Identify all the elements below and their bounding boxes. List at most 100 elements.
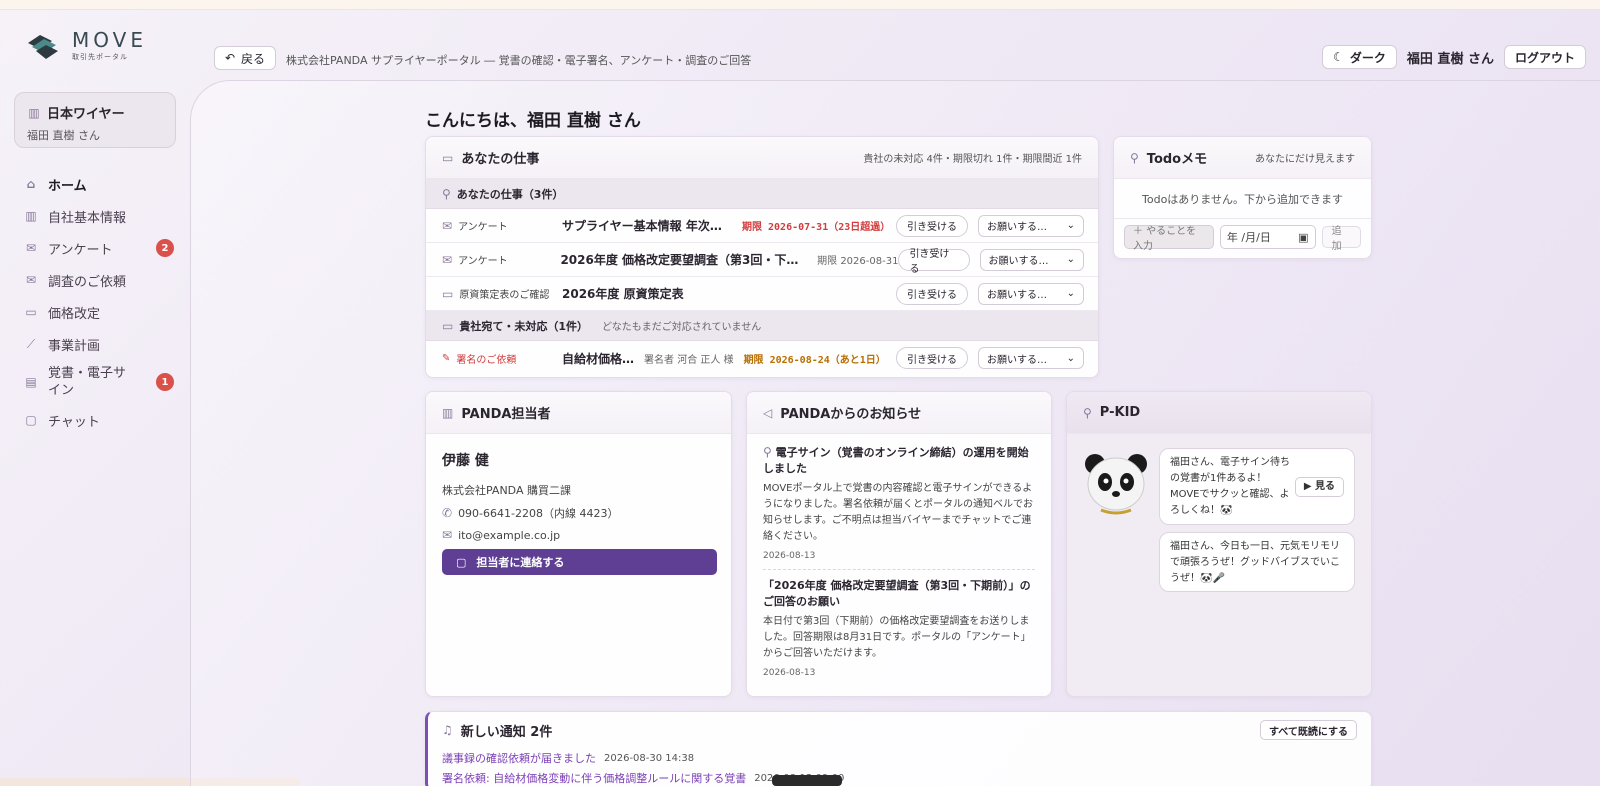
assign-select[interactable]: お願いする… ⌄ bbox=[978, 214, 1084, 237]
dark-mode-label: ダーク bbox=[1349, 50, 1386, 65]
folder-icon: ▭ bbox=[442, 318, 454, 333]
home-icon: ⌂ bbox=[26, 177, 36, 191]
sidebar-item-research-request[interactable]: ✉ 調査のご依頼 bbox=[24, 264, 174, 296]
overlay-chip bbox=[772, 775, 842, 786]
table-row[interactable]: ✎ 署名のご依頼 自給材価格… 署名者 河合 正人 様 期限 2026-08-24… bbox=[426, 341, 1098, 375]
breadcrumb: 株式会社PANDA サプライヤーポータル ― 覚書の確認・電子署名、アンケート・… bbox=[286, 54, 752, 67]
sidebar-item-label: 自社基本情報 bbox=[48, 210, 127, 226]
company-card[interactable]: ▥ 日本ワイヤー 福田 直樹 さん bbox=[14, 92, 176, 148]
see-button[interactable]: ▶ 見る bbox=[1294, 477, 1344, 497]
sidebar-item-price-revision[interactable]: ▭ 価格改定 bbox=[24, 296, 174, 328]
row-title[interactable]: 2026年度 原資策定表 bbox=[562, 285, 684, 302]
row-deadline: 期限 2026-08-24（あと1日） bbox=[743, 354, 886, 366]
contact-dept: 株式会社PANDA 購買二課 bbox=[442, 484, 571, 497]
chart-icon: ⟋ bbox=[26, 336, 36, 351]
pin-icon: ⚲ bbox=[1130, 150, 1139, 165]
take-button[interactable]: 引き受ける bbox=[896, 214, 968, 237]
sidebar-item-label: ホーム bbox=[48, 178, 87, 194]
group-label: あなたの仕事（3件） bbox=[456, 187, 564, 201]
sidebar-item-label: チャット bbox=[48, 414, 100, 430]
memorandum-count-badge: 1 bbox=[156, 373, 174, 391]
take-button[interactable]: 引き受ける bbox=[898, 248, 970, 275]
table-row[interactable]: ▭ 原資策定表のご確認 2026年度 原資策定表 引き受ける お願いする… ⌄ bbox=[426, 277, 1098, 311]
news-date: 2026-08-13 bbox=[763, 668, 816, 678]
building-icon: ▥ bbox=[442, 405, 454, 420]
table-row[interactable]: ✉ アンケート 2026年度 価格改定要望調査（第3回・下期… 期限 2026-0… bbox=[426, 243, 1098, 277]
logout-button[interactable]: ログアウト bbox=[1503, 45, 1586, 69]
todo-form: ＋ やることを入力 年 /月/日 ▣ 追加 bbox=[1114, 219, 1371, 255]
news-date: 2026-08-13 bbox=[763, 551, 816, 561]
row-signer: 署名者 河合 正人 様 bbox=[644, 354, 734, 366]
todo-input[interactable]: ＋ やることを入力 bbox=[1124, 225, 1214, 252]
todo-add-button[interactable]: 追加 bbox=[1321, 226, 1361, 252]
building-icon: ▥ bbox=[28, 105, 40, 120]
contact-card: ▥ PANDA担当者 伊藤 健 株式会社PANDA 購買二課 ✆ 090-6641… bbox=[425, 391, 732, 697]
notification-link[interactable]: 署名依頼: 自給材価格変動に伴う価格調整ルールに関する覚書 bbox=[442, 770, 746, 786]
pkid-message: 福田さん、今日も一日、元気モリモリで頑張ろうぜ！グッドバイブスでいこうぜ！🐼🎤 bbox=[1159, 532, 1355, 592]
row-type: アンケート bbox=[458, 222, 508, 233]
notification-item[interactable]: 議事録の確認依頼が届きました 2026-08-30 14:38 bbox=[428, 748, 1371, 768]
mark-all-read-button[interactable]: すべて既読にする bbox=[1260, 720, 1357, 740]
pin-icon: ⚲ bbox=[1083, 405, 1092, 420]
mail-icon: ✉ bbox=[442, 528, 453, 542]
news-item[interactable]: ⚲ 電子サイン（覚書のオンライン締結）の運用を開始しました MOVEポータル上で… bbox=[763, 444, 1035, 570]
chat-icon: ▢ bbox=[456, 555, 467, 569]
assign-select[interactable]: お願いする… ⌄ bbox=[979, 248, 1084, 271]
chevron-down-icon: ⌄ bbox=[1066, 288, 1075, 299]
sidebar-item-company-info[interactable]: ▥ 自社基本情報 bbox=[24, 200, 174, 232]
card-title: PANDAからのお知らせ bbox=[780, 407, 922, 422]
panda-mascot-image bbox=[1081, 448, 1151, 518]
back-button[interactable]: ↶ 戻る bbox=[214, 46, 276, 70]
table-row[interactable]: ✉ アンケート サプライヤー基本情報 年次更新… 期限 2026-07-31（23… bbox=[426, 209, 1098, 243]
take-button[interactable]: 引き受ける bbox=[896, 347, 968, 369]
news-title: 「2026年度 価格改定要望調査（第3回・下期前）」のご回答のお願い bbox=[763, 579, 1031, 608]
news-text: MOVEポータル上で覚書の内容確認と電子サインができるようになりました。署名依頼… bbox=[763, 483, 1033, 542]
news-item[interactable]: 「2026年度 価格改定要望調査（第3回・下期前）」のご回答のお願い 本日付で第… bbox=[763, 578, 1035, 686]
row-title[interactable]: サプライヤー基本情報 年次更新… bbox=[562, 217, 732, 234]
chevron-down-icon: ⌄ bbox=[1066, 254, 1075, 265]
sidebar-item-label: 調査のご依頼 bbox=[48, 274, 127, 290]
contact-staff-button[interactable]: ▢ 担当者に連絡する bbox=[442, 549, 717, 575]
card-title: Todoメモ bbox=[1146, 152, 1208, 167]
bell-icon: ♫ bbox=[442, 723, 453, 737]
select-value: お願いする… bbox=[987, 222, 1047, 233]
sidebar-nav: ⌂ ホーム ▥ 自社基本情報 ✉ アンケート 2 ✉ 調査のご依頼 ▭ 価格改定… bbox=[24, 168, 174, 436]
notification-time: 2026-08-30 14:38 bbox=[604, 752, 695, 764]
todo-date-input[interactable]: 年 /月/日 ▣ bbox=[1219, 225, 1316, 249]
take-button[interactable]: 引き受ける bbox=[896, 282, 968, 305]
header-user-name: 福田 直樹 さん bbox=[1406, 51, 1494, 67]
contact-phone[interactable]: 090-6641-2208（内線 4423） bbox=[458, 505, 618, 521]
survey-count-badge: 2 bbox=[156, 239, 174, 257]
assign-select[interactable]: お願いする… ⌄ bbox=[978, 347, 1084, 369]
pen-icon: ✎ bbox=[442, 352, 451, 364]
notification-item[interactable]: 署名依頼: 自給材価格変動に伴う価格調整ルールに関する覚書 2026-08-12… bbox=[428, 768, 1371, 786]
sidebar-item-memorandum[interactable]: ▤ 覚書・電子サイン 1 bbox=[24, 360, 174, 404]
dark-mode-button[interactable]: ☾ ダーク bbox=[1322, 45, 1397, 69]
assign-select[interactable]: お願いする… ⌄ bbox=[978, 282, 1084, 305]
chat-icon: ▢ bbox=[25, 413, 37, 427]
contact-name: 伊藤 健 bbox=[442, 453, 489, 469]
mail-icon: ✉ bbox=[442, 218, 453, 233]
sidebar-item-home[interactable]: ⌂ ホーム bbox=[24, 168, 174, 200]
notification-link[interactable]: 議事録の確認依頼が届きました bbox=[442, 750, 596, 766]
move-logo-icon bbox=[26, 31, 60, 61]
contact-email[interactable]: ito@example.co.jp bbox=[458, 529, 560, 542]
row-title[interactable]: 2026年度 価格改定要望調査（第3回・下期… bbox=[560, 251, 807, 268]
logo[interactable]: MOVE 取引先ポータル bbox=[26, 30, 147, 62]
row-title[interactable]: 自給材価格… bbox=[562, 350, 634, 367]
card-title: P-KID bbox=[1099, 405, 1141, 420]
sidebar-item-survey[interactable]: ✉ アンケート 2 bbox=[24, 232, 174, 264]
select-value: お願いする… bbox=[987, 290, 1047, 301]
news-title: 電子サイン（覚書のオンライン締結）の運用を開始しました bbox=[763, 446, 1029, 475]
building-icon: ▥ bbox=[25, 209, 37, 223]
group-label: 貴社宛て・未対応（1件） bbox=[459, 319, 588, 333]
megaphone-icon: ◁ bbox=[763, 405, 773, 420]
top-strip bbox=[0, 0, 1600, 10]
person-icon: ⚲ bbox=[442, 186, 451, 201]
card-title: あなたの仕事 bbox=[461, 152, 540, 167]
sidebar-item-business-plan[interactable]: ⟋ 事業計画 bbox=[24, 328, 174, 360]
chevron-down-icon: ⌄ bbox=[1066, 220, 1075, 231]
sidebar-item-chat[interactable]: ▢ チャット bbox=[24, 404, 174, 436]
header-actions: ☾ ダーク 福田 直樹 さん ログアウト bbox=[1322, 45, 1586, 69]
row-type: 原資策定表のご確認 bbox=[459, 290, 550, 301]
